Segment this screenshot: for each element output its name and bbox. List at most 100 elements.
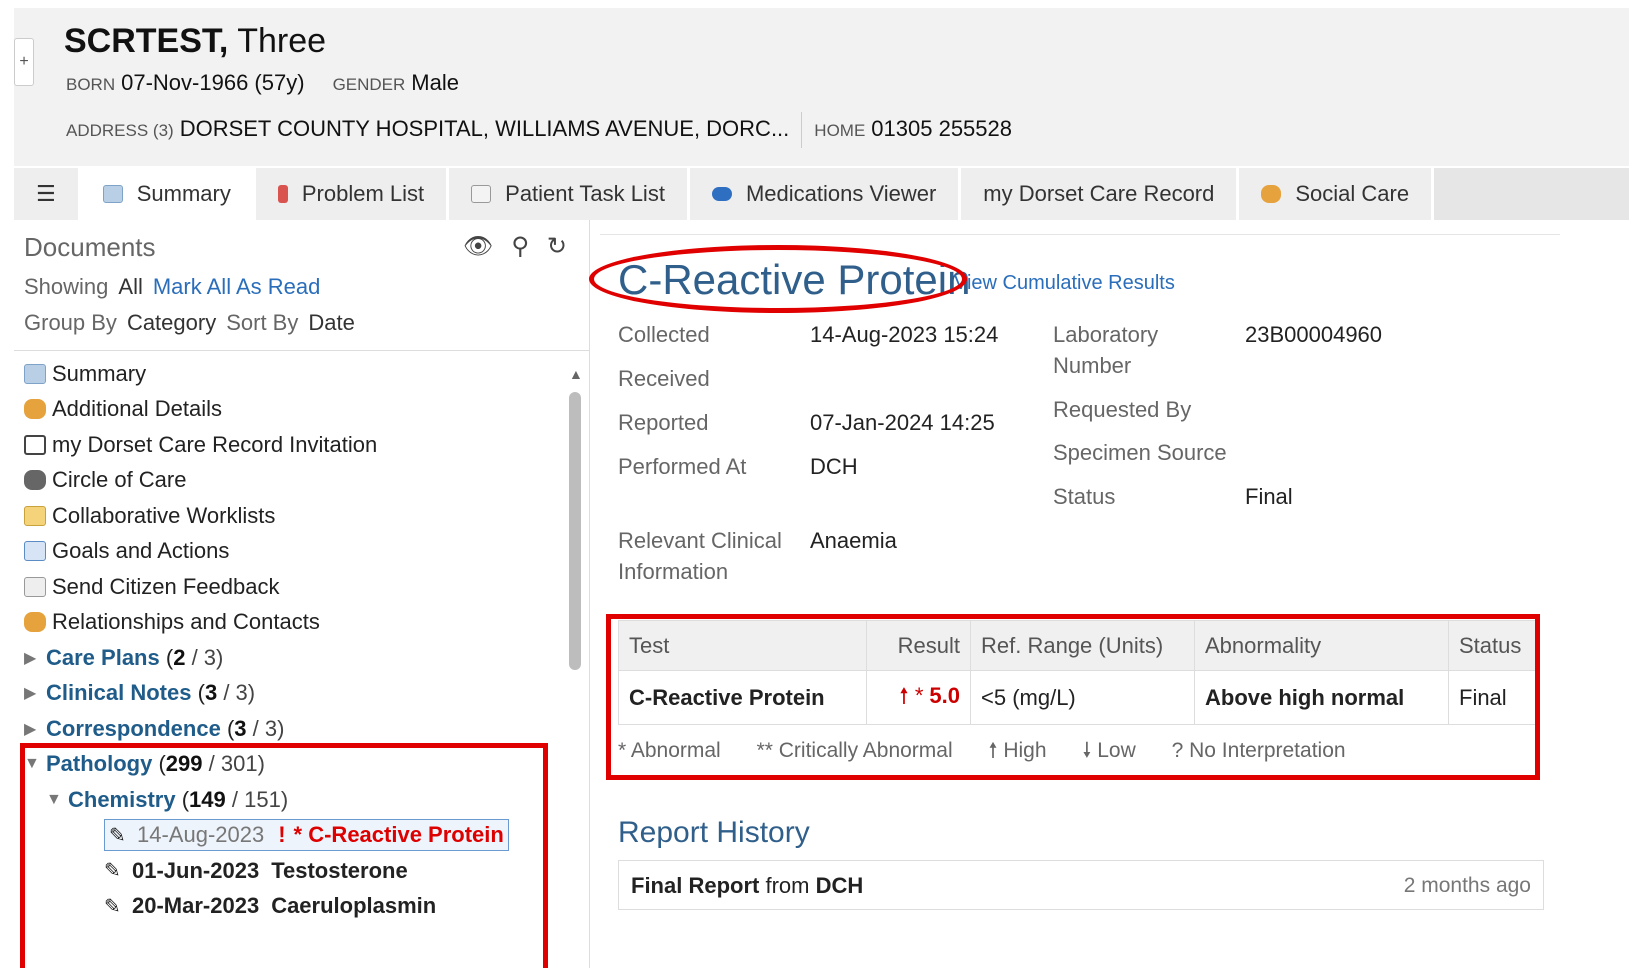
- divider: [600, 234, 1560, 235]
- pill-icon: [711, 187, 732, 201]
- tree-item-goals-and-actions[interactable]: Goals and Actions: [24, 534, 564, 570]
- tree-item-collaborative-worklists[interactable]: Collaborative Worklists: [24, 498, 564, 534]
- status-value: Final: [1245, 484, 1293, 509]
- tree-item-label: my Dorset Care Record Invitation: [52, 431, 378, 457]
- tab-patient-task-list[interactable]: Patient Task List: [449, 168, 690, 220]
- lab-number-label-line: Laboratory: [1053, 322, 1159, 347]
- lab-number-value: 23B00004960: [1245, 322, 1383, 347]
- reported-label: Reported: [618, 410, 709, 435]
- unread-count: 3: [204, 680, 218, 706]
- total-count: / 3): [223, 680, 256, 706]
- contacts-icon: [24, 612, 46, 633]
- collapsed-arrow-icon[interactable]: ▶: [24, 719, 46, 739]
- collapsed-arrow-icon[interactable]: ▶: [24, 648, 46, 668]
- refresh-icon[interactable]: ↻: [547, 232, 567, 261]
- eye-icon[interactable]: 👁: [463, 232, 493, 261]
- tab-label: my Dorset Care Record: [983, 181, 1215, 206]
- lab-number-label-line: Number: [1053, 353, 1132, 378]
- showing-label: Showing: [24, 274, 109, 299]
- tree-item-care-record-invitation[interactable]: my Dorset Care Record Invitation: [24, 427, 564, 463]
- clinical-info-label-line: Relevant Clinical: [618, 528, 782, 553]
- unread-count: 3: [234, 715, 247, 741]
- mark-all-read-link[interactable]: Mark All As Read: [153, 274, 321, 299]
- category-name: Correspondence: [46, 715, 221, 741]
- people-icon: [1261, 185, 1282, 203]
- tab-summary[interactable]: Summary: [80, 168, 256, 220]
- tree-category-clinical-notes[interactable]: ▶ Clinical Notes (3 / 3): [24, 676, 564, 712]
- tree-category-care-plans[interactable]: ▶ Care Plans (2 / 3): [24, 640, 564, 676]
- address-label: ADDRESS (3): [66, 120, 174, 140]
- search-icon[interactable]: ⚲: [511, 232, 529, 261]
- task-list-icon: [471, 185, 492, 203]
- group-by-value[interactable]: Category: [127, 310, 216, 335]
- result-panel: C-Reactive Protein View Cumulative Resul…: [600, 220, 1629, 968]
- checklist-icon: [24, 541, 46, 562]
- documents-toolbar: 👁 ⚲ ↻: [463, 232, 567, 261]
- born-label: BORN: [66, 75, 116, 94]
- tab-social-care[interactable]: Social Care: [1239, 168, 1435, 220]
- expand-banner-button[interactable]: +: [14, 38, 34, 86]
- tab-problem-list[interactable]: Problem List: [255, 168, 450, 220]
- collapsed-arrow-icon[interactable]: ▶: [24, 683, 46, 703]
- tree-item-label: Relationships and Contacts: [52, 609, 320, 635]
- hamburger-menu-icon[interactable]: ☰: [14, 168, 81, 220]
- tree-item-send-citizen-feedback[interactable]: Send Citizen Feedback: [24, 569, 564, 605]
- sort-by-value[interactable]: Date: [308, 310, 354, 335]
- category-name: Clinical Notes: [46, 680, 192, 706]
- patient-surname: SCRTEST,: [64, 22, 229, 60]
- showing-filter: Showing All Mark All As Read: [24, 274, 320, 300]
- tab-label: Social Care: [1295, 181, 1410, 206]
- group-icon: [24, 470, 46, 491]
- tree-item-label: Additional Details: [52, 396, 222, 422]
- summary-icon: [102, 185, 123, 203]
- report-type: Final Report: [631, 873, 760, 898]
- patient-name: SCRTEST, Three: [64, 22, 326, 61]
- tree-item-relationships-and-contacts[interactable]: Relationships and Contacts: [24, 605, 564, 641]
- report-from: from: [759, 873, 816, 898]
- envelope-icon: [24, 576, 46, 597]
- collected-value: 14-Aug-2023 15:24: [810, 322, 999, 347]
- tree-item-label: Collaborative Worklists: [52, 502, 276, 528]
- tab-label: Problem List: [301, 181, 425, 206]
- patient-contact: ADDRESS (3) DORSET COUNTY HOSPITAL, WILLI…: [66, 112, 1012, 148]
- report-history-entry[interactable]: Final Report from DCH 2 months ago: [618, 860, 1544, 910]
- status-label: Status: [1053, 484, 1116, 509]
- report-history-text: Final Report from DCH: [631, 873, 863, 899]
- tree-item-label: Circle of Care: [52, 467, 187, 493]
- unread-count: 2: [173, 644, 186, 670]
- tree-scrollbar[interactable]: ▲: [567, 366, 583, 926]
- performed-at-value: DCH: [810, 454, 858, 479]
- home-label: HOME: [814, 120, 866, 140]
- scroll-up-icon[interactable]: ▲: [569, 366, 583, 382]
- total-count: / 3): [191, 644, 224, 670]
- tree-category-correspondence[interactable]: ▶ Correspondence (3 / 3): [24, 711, 564, 747]
- tree-item-additional-details[interactable]: Additional Details: [24, 392, 564, 428]
- tab-label: Patient Task List: [505, 181, 665, 206]
- view-cumulative-results-link[interactable]: View Cumulative Results: [954, 272, 1175, 295]
- clipboard-icon: [24, 505, 46, 526]
- clinical-info-value: Anaemia: [810, 528, 897, 553]
- reported-value: 07-Jan-2024 14:25: [810, 410, 995, 435]
- tab-medications-viewer[interactable]: Medications Viewer: [689, 168, 962, 220]
- gender-value: Male: [411, 70, 459, 95]
- address-value[interactable]: DORSET COUNTY HOSPITAL, WILLIAMS AVENUE,…: [180, 116, 790, 141]
- requested-by-label: Requested By: [1053, 397, 1192, 422]
- report-history-time: 2 months ago: [1403, 874, 1531, 897]
- divider: [14, 350, 590, 351]
- tab-label: Medications Viewer: [745, 181, 937, 206]
- clinical-info-label: Relevant Clinical Information: [618, 525, 782, 587]
- tab-my-dorset-care-record[interactable]: my Dorset Care Record: [961, 168, 1240, 220]
- showing-value[interactable]: All: [118, 274, 142, 299]
- gender-label: GENDER: [332, 75, 406, 94]
- summary-icon: [24, 363, 46, 384]
- tree-item-summary[interactable]: Summary: [24, 356, 564, 392]
- received-label: Received: [618, 366, 710, 391]
- specimen-source-label: Specimen Source: [1053, 440, 1227, 465]
- people-icon: [24, 399, 46, 420]
- thermometer-icon: [277, 185, 288, 203]
- annotation-box-pathology: [20, 743, 548, 968]
- scroll-thumb[interactable]: [569, 392, 581, 670]
- tree-item-circle-of-care[interactable]: Circle of Care: [24, 463, 564, 499]
- annotation-box-results: [606, 614, 1540, 780]
- sort-by-label: Sort By: [226, 310, 299, 335]
